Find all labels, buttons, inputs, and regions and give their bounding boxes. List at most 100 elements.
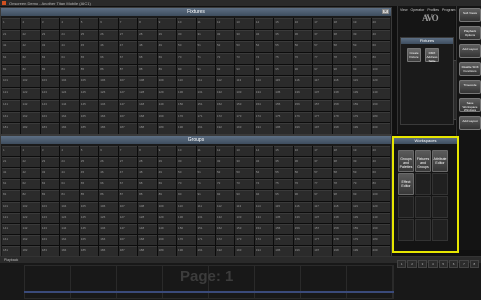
group-cell[interactable]: 187 bbox=[118, 245, 138, 256]
group-cell[interactable]: 86 bbox=[99, 190, 118, 201]
group-cell[interactable]: 68 bbox=[138, 179, 157, 190]
workspace-slot[interactable] bbox=[432, 196, 448, 218]
group-cell[interactable]: 180 bbox=[371, 234, 390, 245]
group-cell[interactable]: 22 bbox=[21, 157, 40, 168]
group-cell[interactable]: 146 bbox=[99, 223, 118, 234]
fixture-cell[interactable]: 101 bbox=[2, 76, 21, 88]
group-cell[interactable]: 59 bbox=[352, 168, 371, 179]
group-cell[interactable]: 105 bbox=[79, 201, 99, 212]
fixture-cell[interactable]: 90 bbox=[177, 64, 196, 76]
fixture-cell[interactable]: 183 bbox=[40, 123, 60, 134]
fixture-cell[interactable]: 73 bbox=[235, 53, 254, 64]
group-cell[interactable]: 149 bbox=[157, 223, 177, 234]
fixture-cell[interactable]: 76 bbox=[293, 53, 313, 64]
fixture-cell[interactable]: 179 bbox=[352, 111, 371, 123]
page-button-5[interactable]: 5 bbox=[438, 260, 448, 268]
group-cell[interactable]: 66 bbox=[99, 179, 118, 190]
group-cell[interactable]: 91 bbox=[196, 190, 215, 201]
fixture-cell[interactable]: 11 bbox=[196, 18, 215, 29]
group-cell[interactable]: 176 bbox=[293, 234, 313, 245]
add-layout-button[interactable]: Add Layout bbox=[459, 44, 481, 58]
group-cell[interactable]: 173 bbox=[235, 234, 254, 245]
fixture-cell[interactable]: 15 bbox=[274, 18, 293, 29]
group-cell[interactable]: 172 bbox=[215, 234, 235, 245]
groups-window-header[interactable]: Groups bbox=[1, 136, 391, 144]
fixture-cell[interactable]: 13 bbox=[235, 18, 254, 29]
group-cell[interactable]: 132 bbox=[215, 212, 235, 223]
group-cell[interactable]: 162 bbox=[21, 234, 40, 245]
fixture-cell[interactable]: 68 bbox=[138, 53, 157, 64]
fixture-cell[interactable]: 167 bbox=[118, 111, 138, 123]
fixture-cell[interactable]: 43 bbox=[40, 41, 60, 53]
fixture-cell[interactable]: 114 bbox=[254, 76, 274, 88]
fixture-cell[interactable]: 158 bbox=[332, 99, 352, 111]
fixture-cell[interactable]: 155 bbox=[274, 99, 293, 111]
fixture-cell[interactable]: 129 bbox=[157, 88, 177, 99]
fixture-cell[interactable]: 137 bbox=[313, 88, 332, 99]
group-cell[interactable]: 48 bbox=[138, 168, 157, 179]
fixture-cell[interactable]: 156 bbox=[293, 99, 313, 111]
group-cell[interactable]: 154 bbox=[254, 223, 274, 234]
fixture-cell[interactable]: 135 bbox=[274, 88, 293, 99]
fixture-cell[interactable]: 57 bbox=[313, 41, 332, 53]
group-cell[interactable]: 160 bbox=[371, 223, 390, 234]
group-cell[interactable]: 8 bbox=[138, 146, 157, 157]
group-cell[interactable]: 106 bbox=[99, 201, 118, 212]
group-cell[interactable]: 13 bbox=[235, 146, 254, 157]
fixture-cell[interactable]: 20 bbox=[371, 18, 390, 29]
fixture-cell[interactable]: 29 bbox=[157, 29, 177, 41]
group-cell[interactable]: 195 bbox=[274, 245, 293, 256]
fixture-cell[interactable]: 66 bbox=[99, 53, 118, 64]
fixture-cell[interactable]: 55 bbox=[274, 41, 293, 53]
group-cell[interactable]: 193 bbox=[235, 245, 254, 256]
group-cell[interactable]: 142 bbox=[21, 223, 40, 234]
group-cell[interactable]: 15 bbox=[274, 146, 293, 157]
fixture-cell[interactable]: 46 bbox=[99, 41, 118, 53]
disable-shift-button[interactable]: Disable Shift Functions bbox=[459, 62, 481, 76]
group-cell[interactable]: 5 bbox=[79, 146, 99, 157]
fixture-cell[interactable]: 110 bbox=[177, 76, 196, 88]
fixture-cell[interactable]: 199 bbox=[352, 123, 371, 134]
fixture-cell[interactable]: 120 bbox=[371, 76, 390, 88]
group-cell[interactable]: 50 bbox=[177, 168, 196, 179]
group-cell[interactable]: 10 bbox=[177, 146, 196, 157]
group-cell[interactable]: 163 bbox=[40, 234, 60, 245]
group-cell[interactable]: 200 bbox=[371, 245, 390, 256]
fixture-cell[interactable]: 70 bbox=[177, 53, 196, 64]
add-layout-button-2[interactable]: Add Layout bbox=[459, 116, 481, 130]
group-cell[interactable]: 134 bbox=[254, 212, 274, 223]
fixture-cell[interactable]: 122 bbox=[21, 88, 40, 99]
fixture-cell[interactable]: 119 bbox=[352, 76, 371, 88]
fixture-cell[interactable]: 42 bbox=[21, 41, 40, 53]
fixture-cell[interactable]: 187 bbox=[118, 123, 138, 134]
group-cell[interactable]: 6 bbox=[99, 146, 118, 157]
fixture-cell[interactable]: 74 bbox=[254, 53, 274, 64]
fixture-cell[interactable]: 61 bbox=[2, 53, 21, 64]
group-cell[interactable]: 52 bbox=[215, 168, 235, 179]
group-cell[interactable]: 21 bbox=[2, 157, 21, 168]
group-cell[interactable]: 2 bbox=[21, 146, 40, 157]
fixture-cell[interactable]: 27 bbox=[118, 29, 138, 41]
workspace-slot[interactable] bbox=[432, 219, 448, 241]
fixture-cell[interactable]: 146 bbox=[99, 99, 118, 111]
group-cell[interactable]: 168 bbox=[138, 234, 157, 245]
fixture-cell[interactable]: 47 bbox=[118, 41, 138, 53]
group-cell[interactable]: 155 bbox=[274, 223, 293, 234]
fixture-cell[interactable]: 112 bbox=[215, 76, 235, 88]
group-cell[interactable]: 14 bbox=[254, 146, 274, 157]
fixture-cell[interactable]: 123 bbox=[40, 88, 60, 99]
group-cell[interactable]: 131 bbox=[196, 212, 215, 223]
fixture-cell[interactable]: 62 bbox=[21, 53, 40, 64]
fixture-cell[interactable]: 148 bbox=[138, 99, 157, 111]
fixture-cell[interactable]: 161 bbox=[2, 111, 21, 123]
menu-view[interactable]: View bbox=[400, 8, 408, 14]
group-cell[interactable]: 196 bbox=[293, 245, 313, 256]
fixture-cell[interactable]: 94 bbox=[254, 64, 274, 76]
fixture-cell[interactable]: 75 bbox=[274, 53, 293, 64]
fixture-cell[interactable]: 23 bbox=[40, 29, 60, 41]
fixture-cell[interactable]: 60 bbox=[371, 41, 390, 53]
fixture-cell[interactable]: 53 bbox=[235, 41, 254, 53]
fixture-cell[interactable]: 30 bbox=[177, 29, 196, 41]
fader-slot[interactable] bbox=[347, 266, 393, 298]
group-cell[interactable]: 170 bbox=[177, 234, 196, 245]
